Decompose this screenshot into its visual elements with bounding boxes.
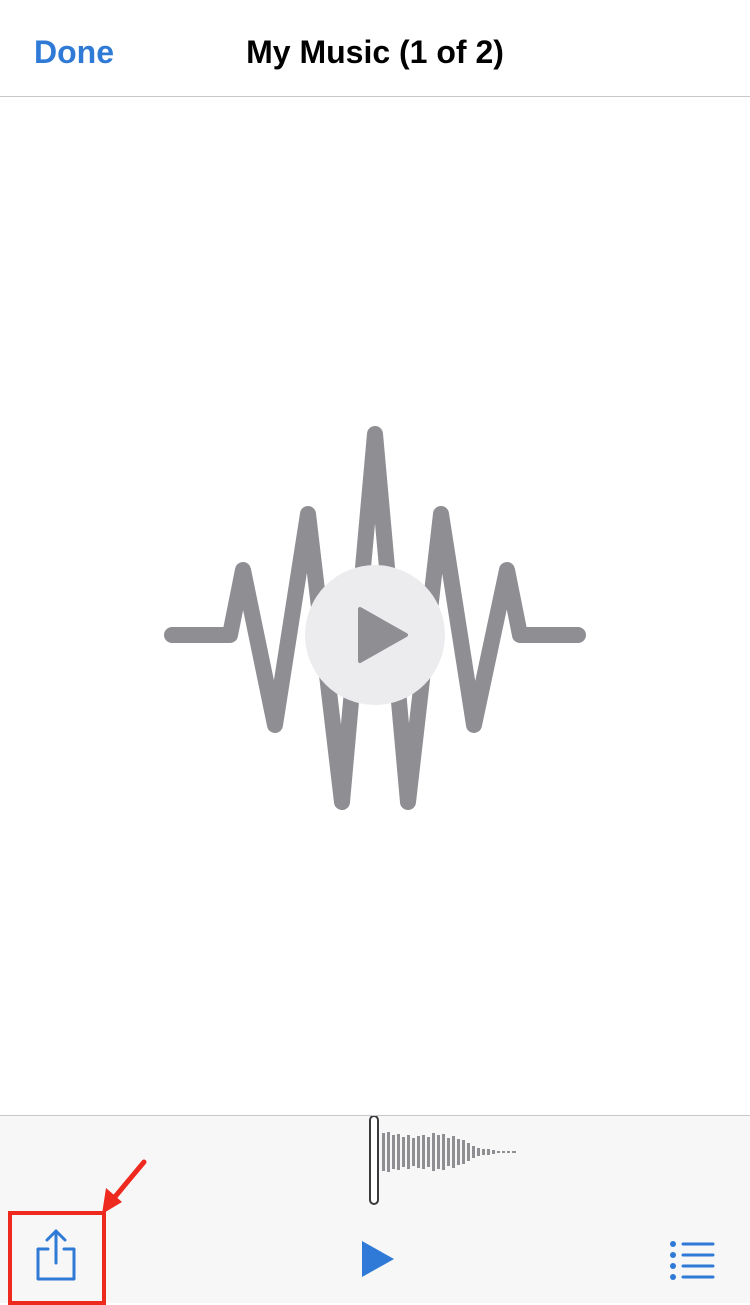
play-button[interactable] — [355, 1237, 399, 1281]
page-title: My Music (1 of 2) — [246, 34, 504, 70]
red-arrow-annotation — [102, 1159, 147, 1214]
share-icon — [36, 1229, 76, 1281]
waveform-scrubber[interactable] — [368, 1116, 528, 1206]
list-icon — [670, 1241, 715, 1280]
play-icon — [358, 607, 408, 663]
play-overlay-button[interactable] — [305, 565, 445, 705]
play-icon — [362, 1241, 394, 1277]
playhead-handle[interactable] — [369, 1116, 379, 1205]
bottom-toolbar — [0, 1115, 750, 1305]
list-button[interactable] — [665, 1240, 719, 1280]
navigation-bar: Done My Music (1 of 2) — [0, 0, 750, 97]
audio-preview — [0, 97, 750, 1115]
share-button[interactable] — [28, 1227, 84, 1283]
